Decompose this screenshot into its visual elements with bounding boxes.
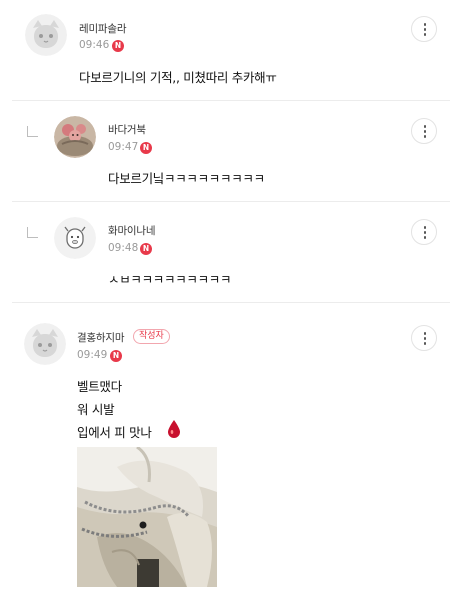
comment-author[interactable]: 바다거북 [108, 122, 146, 137]
avatar[interactable] [54, 116, 96, 158]
more-options-button[interactable] [411, 118, 437, 144]
comment-line: 워 시발 [77, 402, 115, 417]
reply-item: 바다거북 09:47 N 다보르기닠ㅋㅋㅋㅋㅋㅋㅋㅋㅋ [0, 101, 462, 201]
comment-text: ㅅㅂㅋㅋㅋㅋㅋㅋㅋㅋㅋ [108, 272, 232, 287]
comment-text: 다보르기니의 기적,, 미쳤따리 추카해ㅠ [79, 70, 277, 85]
reply-item: 화마이나네 09:48 N ㅅㅂㅋㅋㅋㅋㅋㅋㅋㅋㅋ [0, 202, 462, 302]
attached-photo[interactable] [77, 447, 217, 587]
more-options-button[interactable] [411, 219, 437, 245]
comment-author[interactable]: 결홍하지마 [77, 330, 125, 345]
comment-author[interactable]: 레미파솔라 [79, 21, 127, 36]
more-options-button[interactable] [411, 325, 437, 351]
comment-time: 09:47 [108, 141, 139, 153]
comment-time: 09:46 [79, 39, 110, 51]
more-options-button[interactable] [411, 16, 437, 42]
avatar[interactable] [54, 217, 96, 259]
comment-item: 레미파솔라 09:46 N 다보르기니의 기적,, 미쳤따리 추카해ㅠ [0, 0, 462, 100]
new-badge: N [112, 40, 124, 52]
author-badge: 작성자 [133, 329, 170, 344]
reply-arrow-icon [27, 227, 38, 238]
reply-arrow-icon [27, 126, 38, 137]
comment-text: 다보르기닠ㅋㅋㅋㅋㅋㅋㅋㅋㅋ [108, 171, 265, 186]
comment-time: 09:48 [108, 242, 139, 254]
new-badge: N [110, 350, 122, 362]
avatar[interactable] [25, 14, 67, 56]
comment-line: 벨트맸다 [77, 379, 122, 394]
blood-drop-icon [167, 419, 181, 439]
new-badge: N [140, 142, 152, 154]
comment-line: 입에서 피 맛나 [77, 425, 152, 440]
avatar[interactable] [24, 323, 66, 365]
comment-item: 결홍하지마 작성자 09:49 N 벨트맸다 워 시발 입에서 피 맛나 [0, 303, 462, 600]
new-badge: N [140, 243, 152, 255]
comment-time: 09:49 [77, 349, 108, 361]
comment-author[interactable]: 화마이나네 [108, 223, 156, 238]
